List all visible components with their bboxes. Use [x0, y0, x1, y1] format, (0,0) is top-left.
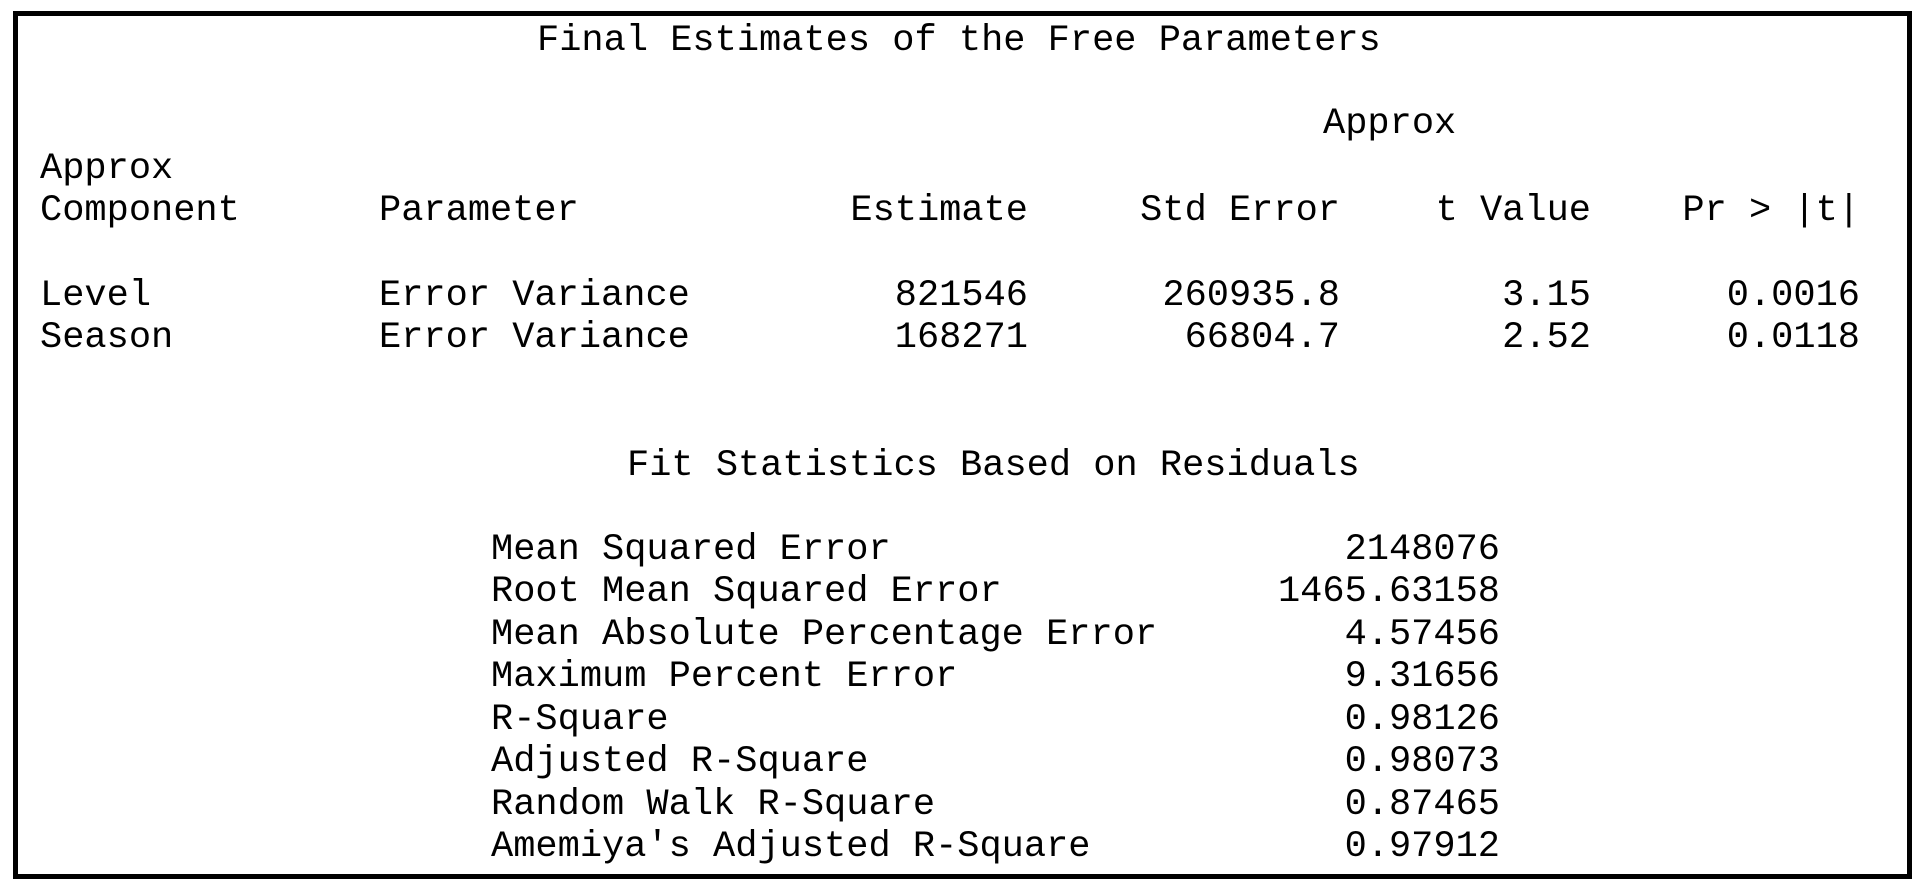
stat-value: 0.98126	[1344, 699, 1500, 741]
stat-label: Mean Absolute Percentage Error	[491, 614, 1158, 656]
cell-std-error: 260935.8	[1162, 275, 1340, 317]
stat-value: 9.31656	[1344, 656, 1500, 698]
stat-label: Maximum Percent Error	[491, 656, 958, 698]
stat-label: R-Square	[491, 699, 669, 741]
fit-statistics-title: Fit Statistics Based on Residuals	[627, 445, 1360, 487]
stat-value: 4.57456	[1344, 614, 1500, 656]
stat-value: 1465.63158	[1277, 571, 1500, 613]
cell-std-error: 66804.7	[1184, 317, 1340, 359]
stat-label: Mean Squared Error	[491, 529, 891, 571]
cell-estimate: 168271	[894, 317, 1028, 359]
cell-estimate: 821546	[894, 275, 1028, 317]
stat-value: 2148076	[1344, 529, 1500, 571]
stat-label: Random Walk R-Square	[491, 784, 936, 826]
stat-value: 0.97912	[1344, 826, 1500, 868]
column-header-parameter: Parameter	[379, 190, 579, 232]
column-header-p-value: Pr > |t|	[1682, 190, 1860, 232]
component-header-approx: Approx	[40, 148, 174, 190]
stat-value: 0.98073	[1344, 741, 1500, 783]
cell-t-value: 2.52	[1502, 317, 1591, 359]
cell-parameter: Error Variance	[379, 275, 690, 317]
stat-label: Adjusted R-Square	[491, 741, 869, 783]
cell-component: Season	[40, 317, 174, 359]
cell-parameter: Error Variance	[379, 317, 690, 359]
stat-label: Amemiya's Adjusted R-Square	[491, 826, 1091, 868]
cell-component: Level	[40, 275, 152, 317]
stat-value: 0.87465	[1344, 784, 1500, 826]
column-header-estimate: Estimate	[850, 190, 1028, 232]
cell-p-value: 0.0118	[1726, 317, 1860, 359]
column-header-t-value: t Value	[1435, 190, 1591, 232]
cell-t-value: 3.15	[1502, 275, 1591, 317]
column-header-component: Component	[40, 190, 240, 232]
column-header-std-error: Std Error	[1140, 190, 1340, 232]
spanning-header-approx: Approx	[1323, 103, 1457, 145]
parameters-table-title: Final Estimates of the Free Parameters	[537, 20, 1381, 62]
stat-label: Root Mean Squared Error	[491, 571, 1002, 613]
cell-p-value: 0.0016	[1726, 275, 1860, 317]
